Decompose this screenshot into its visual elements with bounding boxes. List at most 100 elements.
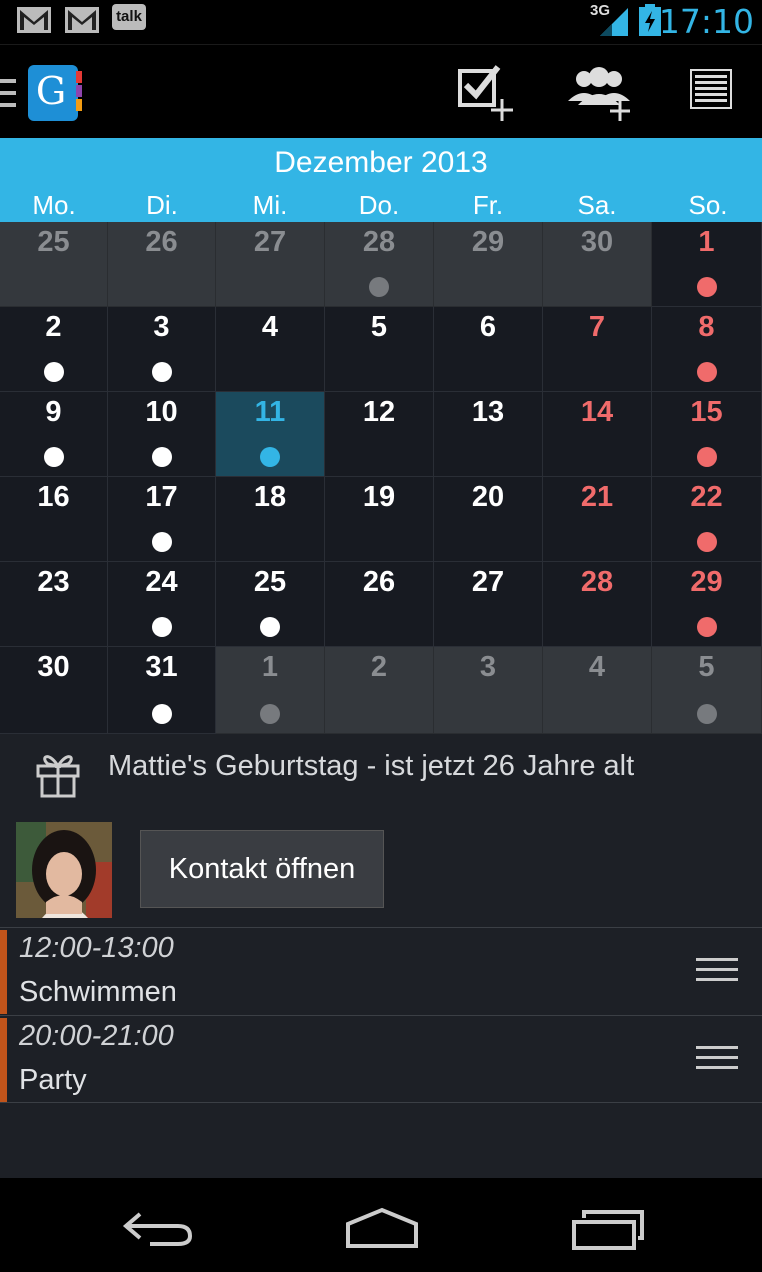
contact-photo (16, 822, 112, 918)
month-title[interactable]: Dezember 2013 (0, 146, 762, 180)
day-details-panel: Mattie's Geburtstag - ist jetzt 26 Jahre… (0, 734, 762, 1178)
event-indicator-dot (151, 447, 172, 467)
day-number: 13 (471, 396, 505, 428)
day-cell[interactable]: 4 (543, 647, 652, 734)
list-view-icon[interactable] (690, 69, 732, 109)
day-number: 23 (37, 566, 70, 598)
day-number: 3 (153, 311, 170, 343)
day-number: 21 (580, 481, 614, 513)
event-indicator-dot (43, 447, 64, 467)
day-cell[interactable]: 19 (325, 477, 434, 562)
day-cell[interactable]: 2 (325, 647, 434, 734)
day-cell[interactable]: 25 (0, 222, 108, 307)
day-cell[interactable]: 26 (325, 562, 434, 647)
day-cell[interactable]: 3 (434, 647, 543, 734)
app-home-button[interactable]: G (0, 63, 90, 123)
month-grid: 25 26 27 28 29 30 1 2 3 4 5 6 7 8 9 10 11 12 13 14 15 16 17 18 1… (0, 222, 762, 734)
day-cell[interactable]: 20 (434, 477, 543, 562)
day-cell[interactable]: 22 (652, 477, 762, 562)
day-cell[interactable]: 6 (434, 307, 543, 392)
day-number: 19 (362, 481, 396, 513)
event-time: 12:00-13:00 (19, 932, 174, 964)
day-cell[interactable]: 7 (543, 307, 652, 392)
day-number: 31 (145, 651, 178, 683)
day-cell[interactable]: 30 (543, 222, 652, 307)
event-indicator-dot (369, 277, 389, 297)
day-number: 28 (362, 226, 396, 258)
day-cell[interactable]: 12 (325, 392, 434, 477)
day-number: 26 (145, 226, 178, 258)
day-number: 8 (698, 311, 715, 343)
day-cell[interactable]: 15 (652, 392, 762, 477)
day-number: 11 (254, 396, 286, 428)
day-cell[interactable]: 5 (325, 307, 434, 392)
day-cell[interactable]: 1 (652, 222, 762, 307)
day-number: 18 (253, 481, 287, 513)
day-number: 17 (145, 481, 178, 513)
day-cell[interactable]: 25 (216, 562, 325, 647)
avatar[interactable] (16, 822, 112, 918)
event-indicator-dot (151, 617, 172, 637)
day-number: 29 (471, 226, 505, 258)
drag-handle-icon[interactable] (696, 958, 738, 982)
day-cell[interactable]: 11 (216, 392, 325, 477)
open-contact-button[interactable]: Kontakt öffnen (140, 830, 384, 908)
day-cell[interactable]: 3 (108, 307, 216, 392)
home-icon[interactable] (344, 1206, 420, 1250)
day-cell[interactable]: 26 (108, 222, 216, 307)
day-number: 10 (145, 396, 178, 428)
day-number: 5 (698, 651, 715, 683)
add-task-icon[interactable] (456, 63, 518, 123)
day-cell[interactable]: 29 (652, 562, 762, 647)
day-cell[interactable]: 24 (108, 562, 216, 647)
day-number: 12 (362, 396, 396, 428)
weekday-label: Mo. (32, 190, 76, 220)
day-cell[interactable]: 31 (108, 647, 216, 734)
event-indicator-dot (260, 704, 280, 724)
gmail-icon (17, 7, 51, 33)
day-cell[interactable]: 29 (434, 222, 543, 307)
action-bar: G (0, 44, 762, 139)
event-indicator-dot (151, 532, 172, 552)
day-cell[interactable]: 2 (0, 307, 108, 392)
day-number: 27 (253, 226, 287, 258)
day-cell[interactable]: 27 (216, 222, 325, 307)
day-cell[interactable]: 23 (0, 562, 108, 647)
event-indicator-dot (260, 617, 280, 637)
divider (0, 1102, 762, 1103)
day-cell[interactable]: 9 (0, 392, 108, 477)
day-cell[interactable]: 1 (216, 647, 325, 734)
day-number: 30 (37, 651, 70, 683)
day-number: 25 (253, 566, 287, 598)
day-cell[interactable]: 21 (543, 477, 652, 562)
signal-icon (600, 8, 628, 36)
day-number: 3 (479, 651, 497, 683)
day-cell[interactable]: 28 (543, 562, 652, 647)
event-indicator-dot (696, 447, 717, 467)
event-row[interactable]: 20:00-21:00 Party (0, 1015, 762, 1102)
weekday-label: So. (688, 190, 728, 220)
drag-handle-icon[interactable] (696, 1046, 738, 1070)
event-indicator-dot (696, 362, 717, 382)
event-indicator-dot (696, 617, 717, 637)
weekday-label: Do. (358, 190, 400, 220)
day-cell[interactable]: 27 (434, 562, 543, 647)
day-cell[interactable]: 13 (434, 392, 543, 477)
day-cell[interactable]: 28 (325, 222, 434, 307)
day-cell[interactable]: 8 (652, 307, 762, 392)
day-cell[interactable]: 17 (108, 477, 216, 562)
gift-icon (36, 755, 80, 798)
day-cell[interactable]: 5 (652, 647, 762, 734)
back-icon[interactable] (120, 1208, 194, 1248)
event-indicator-dot (43, 362, 64, 382)
day-cell[interactable]: 30 (0, 647, 108, 734)
day-cell[interactable]: 10 (108, 392, 216, 477)
day-cell[interactable]: 18 (216, 477, 325, 562)
event-row[interactable]: 12:00-13:00 Schwimmen (0, 927, 762, 1014)
event-color-bar (0, 930, 7, 1014)
day-cell[interactable]: 16 (0, 477, 108, 562)
add-contact-icon[interactable] (564, 65, 634, 123)
day-cell[interactable]: 14 (543, 392, 652, 477)
recent-apps-icon[interactable] (570, 1208, 646, 1252)
day-cell[interactable]: 4 (216, 307, 325, 392)
